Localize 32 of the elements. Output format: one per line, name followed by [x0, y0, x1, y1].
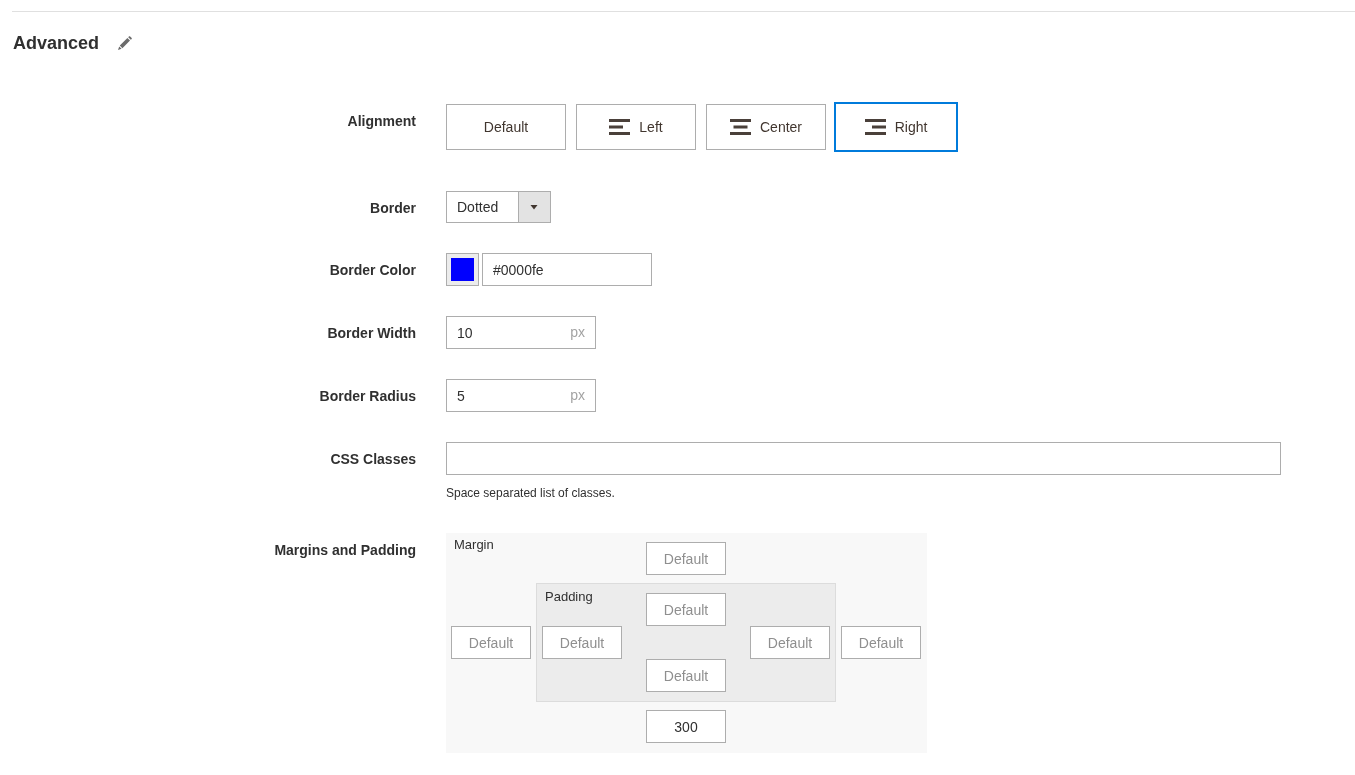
panel-title: Margin — [454, 537, 494, 553]
spacing-input[interactable]: Default — [841, 626, 921, 659]
spacing-input[interactable]: Default — [646, 659, 726, 692]
field-label: CSS Classes — [330, 450, 416, 469]
field-label: Border Width — [327, 324, 416, 343]
spacing-input[interactable]: Default — [646, 542, 726, 575]
color-swatch-icon[interactable] — [446, 253, 479, 286]
border-select[interactable]: Dotted — [446, 191, 551, 223]
section-title: Advanced — [13, 32, 100, 54]
spacing-input[interactable]: Default — [646, 593, 726, 626]
panel-title: Padding — [545, 589, 593, 605]
alignment-option[interactable]: Center — [706, 104, 826, 150]
spacing-input[interactable]: Default — [451, 626, 531, 659]
field-label: Border Radius — [319, 387, 416, 406]
pencil-icon[interactable] — [118, 36, 133, 50]
align-left-icon — [609, 119, 631, 135]
spacing-input[interactable]: Default — [542, 626, 622, 659]
field-label: Alignment — [347, 112, 416, 131]
field-label: Border Color — [329, 261, 416, 280]
alignment-option[interactable]: Left — [576, 104, 696, 150]
field-label: Margins and Padding — [274, 541, 416, 560]
spacing-input[interactable]: 300 — [646, 710, 726, 743]
field-label: Border — [370, 199, 416, 218]
caret-icon — [518, 192, 550, 222]
help-text: Space separated list of classes. — [446, 485, 615, 501]
align-right-icon — [864, 119, 886, 135]
color-input[interactable]: #0000fe — [482, 253, 652, 286]
text-input[interactable] — [446, 442, 1281, 475]
alignment-option[interactable]: Default — [446, 104, 566, 150]
align-center-icon — [730, 119, 751, 135]
alignment-option[interactable]: Right — [834, 102, 958, 152]
spacing-input[interactable]: Default — [750, 626, 830, 659]
